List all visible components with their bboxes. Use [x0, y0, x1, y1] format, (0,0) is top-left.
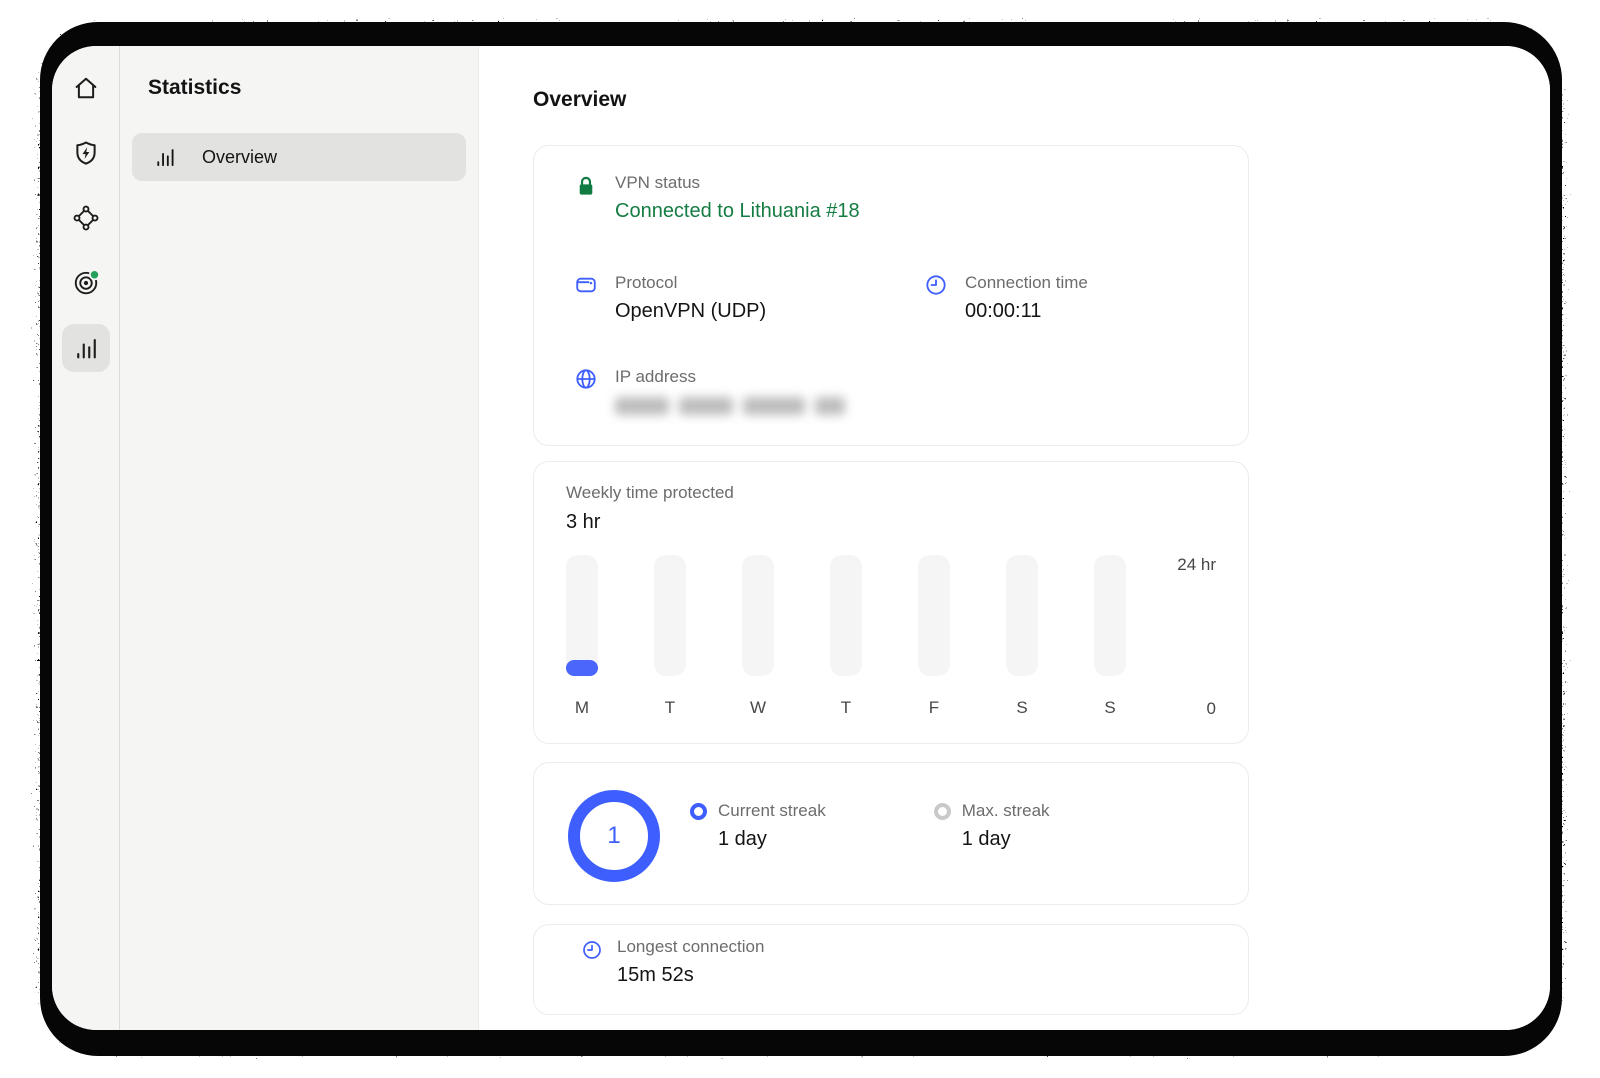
day-label: T: [654, 698, 686, 719]
chart-column: F: [918, 555, 950, 719]
statistics-panel: Statistics Overview: [120, 46, 478, 1030]
ip-address-label: IP address: [615, 366, 845, 388]
vpn-status-card: VPN status Connected to Lithuania #18: [533, 145, 1249, 446]
protocol-value: OpenVPN (UDP): [615, 296, 766, 326]
day-label: S: [1006, 698, 1038, 719]
bar-track: [654, 555, 686, 676]
weekly-protected-card: Weekly time protected 3 hr M T W T F S S 24 hr…: [533, 461, 1249, 744]
longest-connection-value: 15m 52s: [617, 960, 764, 990]
nav-home-button[interactable]: [62, 64, 110, 112]
globe-icon: [572, 366, 600, 392]
longest-connection-label: Longest connection: [617, 936, 764, 958]
nav-statistics-button[interactable]: [62, 324, 110, 372]
day-label: M: [566, 698, 598, 719]
bar-track: [830, 555, 862, 676]
nav-dark-web-monitor-button[interactable]: [62, 259, 110, 307]
weekly-title: Weekly time protected: [566, 482, 1216, 504]
screenshot-canvas: Statistics Overview Overview: [0, 0, 1600, 1078]
ip-redacted-blur: [615, 397, 845, 415]
bar-track: [918, 555, 950, 676]
streak-ring: 1: [567, 789, 661, 883]
day-label: T: [830, 698, 862, 719]
bar-value: [566, 660, 598, 676]
nav-meshnet-button[interactable]: [62, 194, 110, 242]
max-streak-bullet-icon: [934, 803, 951, 820]
protocol-label: Protocol: [615, 272, 766, 294]
chart-column: M: [566, 555, 598, 719]
meshnet-icon: [71, 203, 101, 233]
chart-column: W: [742, 555, 774, 719]
lock-icon: [572, 172, 600, 200]
sidebar-item-overview[interactable]: Overview: [132, 133, 466, 181]
home-icon: [71, 73, 101, 103]
protocol-block: Protocol OpenVPN (UDP): [572, 272, 922, 326]
sidebar-item-label: Overview: [202, 147, 277, 168]
longest-connection-card: Longest connection 15m 52s: [533, 924, 1249, 1015]
chart-column: S: [1006, 555, 1038, 719]
panel-title: Statistics: [148, 76, 450, 100]
ip-address-block: IP address: [572, 366, 1210, 415]
bar-track: [566, 555, 598, 676]
max-streak-label: Max. streak: [962, 800, 1050, 822]
chart-column: S: [1094, 555, 1126, 719]
chart-column: T: [830, 555, 862, 719]
chart-column: T: [654, 555, 686, 719]
bar-chart-icon: [152, 144, 178, 170]
y-max-label: 24 hr: [1177, 555, 1216, 575]
weekly-total: 3 hr: [566, 508, 1216, 536]
nav-rail: [52, 46, 120, 1030]
bar-track: [742, 555, 774, 676]
status-detail-row: Protocol OpenVPN (UDP) Connection time: [572, 272, 1210, 326]
page-title: Overview: [533, 88, 1550, 112]
connection-time-value: 00:00:11: [965, 296, 1088, 326]
green-status-dot: [89, 270, 98, 279]
y-min-label: 0: [1207, 699, 1216, 719]
streak-card: 1 Current streak 1 day Max. streak 1 day: [533, 762, 1249, 905]
bar-chart-icon: [71, 333, 101, 363]
current-streak-bullet-icon: [690, 803, 707, 820]
weekly-chart: MTWTFSS: [566, 555, 1216, 719]
vpn-status-label: VPN status: [615, 172, 860, 194]
nav-threat-protection-button[interactable]: [62, 129, 110, 177]
bar-track: [1006, 555, 1038, 676]
bar-track: [1094, 555, 1126, 676]
clock-icon: [922, 272, 950, 298]
shield-lightning-icon: [71, 138, 101, 168]
current-streak-block: Current streak 1 day: [690, 800, 826, 904]
current-streak-value: 1 day: [718, 824, 826, 854]
day-label: S: [1094, 698, 1126, 719]
weekly-chart-area: M T W T F S S 24 hr 0: [566, 555, 1216, 719]
max-streak-value: 1 day: [962, 824, 1050, 854]
vpn-status-row: VPN status Connected to Lithuania #18: [572, 172, 1210, 226]
radar-icon: [71, 268, 101, 298]
day-label: W: [742, 698, 774, 719]
connection-time-block: Connection time 00:00:11: [922, 272, 1088, 326]
day-label: F: [918, 698, 950, 719]
streak-ring-value: 1: [567, 789, 661, 883]
connection-time-label: Connection time: [965, 272, 1088, 294]
clock-icon: [580, 938, 604, 962]
main-content: Overview VPN status Connected to Lithuan…: [478, 46, 1550, 1030]
max-streak-block: Max. streak 1 day: [934, 800, 1050, 904]
wallet-icon: [572, 272, 600, 298]
app-window: Statistics Overview Overview: [52, 46, 1550, 1030]
current-streak-label: Current streak: [718, 800, 826, 822]
vpn-status-value: Connected to Lithuania #18: [615, 196, 860, 226]
